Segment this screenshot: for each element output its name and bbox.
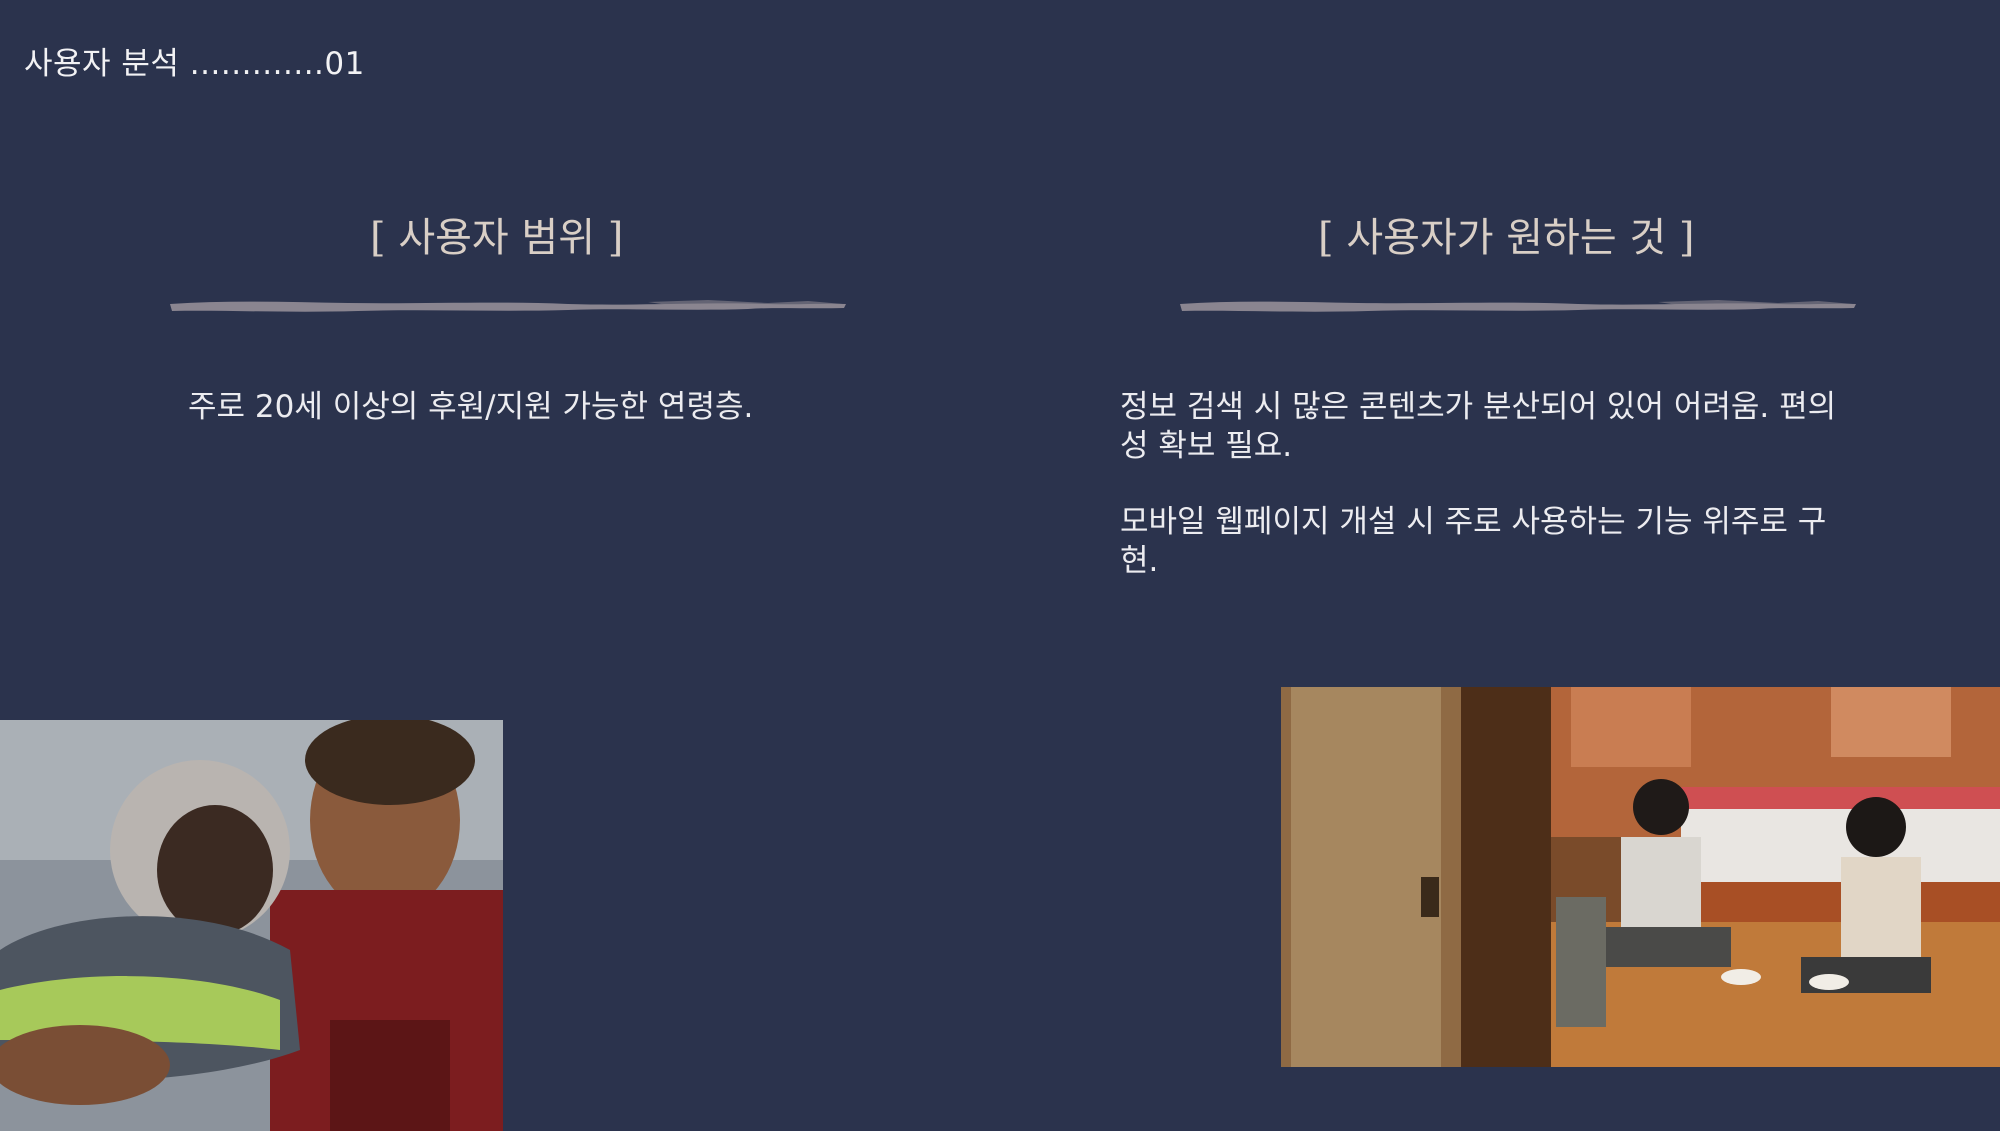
user-needs-paragraph-2: 모바일 웹페이지 개설 시 주로 사용하는 기능 위주로 구현. xyxy=(1120,504,1827,579)
heading-user-needs: [ 사용자가 원하는 것 ] xyxy=(1318,215,1695,261)
section-label: 사용자 분석 .............01 xyxy=(24,46,365,82)
user-scope-text: 주로 20세 이상의 후원/지원 가능한 연령층. xyxy=(188,389,754,425)
heading-user-scope: [ 사용자 범위 ] xyxy=(370,215,624,261)
user-needs-paragraph-1: 정보 검색 시 많은 콘텐츠가 분산되어 있어 어려움. 편의성 확보 필요. xyxy=(1120,389,1837,464)
photo-children-eating-in-room xyxy=(1281,687,2000,1067)
brush-divider-left xyxy=(170,300,846,312)
photo-rescuer-holding-child xyxy=(0,720,503,1131)
slide: 사용자 분석 .............01 [ 사용자 범위 ] 주로 20세… xyxy=(0,0,2000,1131)
user-needs-text: 정보 검색 시 많은 콘텐츠가 분산되어 있어 어려움. 편의성 확보 필요. … xyxy=(1120,388,1862,618)
brush-divider-right xyxy=(1180,300,1856,312)
